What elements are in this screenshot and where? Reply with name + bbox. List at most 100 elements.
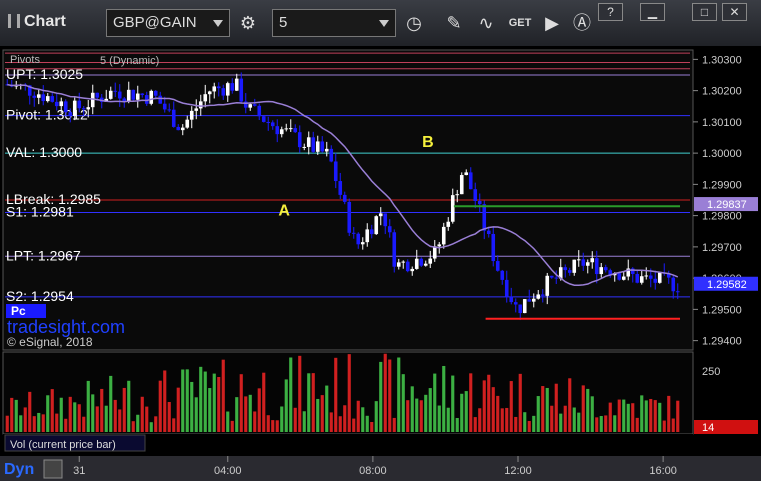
- symbol-input[interactable]: GBP@GAIN: [106, 9, 230, 37]
- study-label: Pivots: [10, 54, 40, 66]
- volume-bar: [316, 398, 320, 432]
- candle-body: [464, 172, 469, 176]
- x-tick-label: 31: [73, 465, 85, 477]
- volume-bar: [442, 365, 446, 432]
- volume-bar: [559, 413, 563, 432]
- volume-tick-label: 250: [702, 366, 720, 378]
- candle-body: [522, 299, 527, 314]
- candle-body: [194, 108, 199, 111]
- candle-body: [635, 273, 640, 283]
- candle-body: [293, 128, 298, 133]
- candle-body: [491, 233, 496, 262]
- minimize-button[interactable]: ▁: [640, 3, 665, 21]
- alert-icon[interactable]: Ⓐ: [568, 9, 596, 37]
- volume-bar: [118, 409, 122, 432]
- candle-body: [585, 262, 590, 266]
- volume-bar: [595, 417, 599, 432]
- candle-body: [383, 213, 388, 227]
- candle-body: [482, 204, 487, 231]
- volume-bar: [532, 415, 536, 432]
- level-label: S1: 1.2981: [6, 204, 74, 220]
- y-tick-label: 1.30200: [702, 86, 742, 98]
- volume-bar: [626, 403, 630, 432]
- study-icon[interactable]: ∿: [472, 9, 500, 37]
- volume-bar: [262, 372, 266, 432]
- volume-bar: [95, 406, 99, 432]
- candle-body: [158, 95, 163, 104]
- volume-bar: [334, 357, 338, 432]
- candle-body: [297, 132, 302, 148]
- clock-icon[interactable]: ◷: [400, 9, 428, 37]
- help-button[interactable]: ?: [598, 3, 623, 21]
- volume-bar: [671, 418, 675, 432]
- interval-input[interactable]: 5: [272, 9, 396, 37]
- candle-body: [135, 93, 140, 100]
- candle-body: [203, 94, 208, 102]
- volume-bar: [383, 353, 387, 432]
- copyright: © eSignal, 2018: [7, 335, 93, 349]
- price-chart[interactable]: UPT: 1.3025Pivot: 1.3012VAL: 1.3000LBrea…: [0, 46, 761, 481]
- volume-bar: [271, 420, 275, 432]
- volume-bar: [446, 407, 450, 432]
- candle-body: [167, 109, 172, 111]
- volume-bar: [253, 411, 257, 432]
- volume-bar: [149, 422, 153, 432]
- volume-bar: [617, 399, 621, 432]
- gear-icon[interactable]: ⚙: [234, 9, 262, 37]
- volume-bar: [239, 374, 243, 432]
- candle-body: [653, 278, 658, 283]
- volume-bar: [379, 361, 383, 432]
- candle-body: [477, 200, 482, 205]
- maximize-button[interactable]: □: [692, 3, 717, 21]
- volume-bar: [599, 416, 603, 432]
- volume-bar: [230, 420, 234, 432]
- play-icon[interactable]: ▶: [538, 9, 566, 37]
- volume-bar: [113, 399, 117, 432]
- volume-bar: [307, 373, 311, 432]
- candle-body: [113, 90, 118, 92]
- volume-bar: [518, 373, 522, 432]
- volume-bar: [451, 375, 455, 432]
- window-title-text: Chart: [24, 13, 66, 30]
- volume-bar: [311, 373, 315, 432]
- volume-bar: [365, 415, 369, 432]
- volume-bar: [37, 412, 41, 432]
- candle-body: [41, 94, 46, 102]
- pencil-icon[interactable]: ✎: [440, 9, 468, 37]
- candle-body: [603, 267, 608, 271]
- level-label: UPT: 1.3025: [6, 66, 83, 82]
- y-tick-label: 1.30000: [702, 148, 742, 160]
- title-bar: Chart GBP@GAIN ⚙ 5 ◷ ✎ ∿ GET ▶ Ⓐ ? ▁ □ ✕: [0, 0, 761, 47]
- candle-body: [162, 103, 167, 110]
- candle-body: [36, 94, 41, 98]
- volume-bar: [131, 421, 135, 432]
- candle-body: [554, 277, 559, 279]
- candle-body: [212, 86, 217, 92]
- candle-body: [446, 221, 451, 227]
- volume-bar: [185, 369, 189, 432]
- candle-body: [414, 258, 419, 269]
- candle-body: [563, 267, 568, 271]
- volume-bar: [563, 405, 567, 432]
- volume-bar: [167, 402, 171, 432]
- volume-bar: [676, 400, 680, 432]
- volume-bar: [235, 397, 239, 432]
- candle-body: [59, 101, 64, 107]
- candle-body: [239, 78, 244, 102]
- volume-bar: [640, 395, 644, 432]
- candle-body: [122, 98, 127, 102]
- volume-bar: [325, 385, 329, 432]
- candle-body: [95, 92, 100, 98]
- volume-bar: [608, 402, 612, 432]
- volume-bar: [289, 357, 293, 432]
- candle-body: [351, 232, 356, 234]
- gear-icon[interactable]: [43, 459, 63, 479]
- get-button[interactable]: GET: [506, 9, 534, 37]
- candle-body: [594, 258, 599, 275]
- vol-label: Vol (current price bar): [10, 439, 116, 451]
- volume-bar: [329, 412, 333, 432]
- close-button[interactable]: ✕: [722, 3, 747, 21]
- dyn-label[interactable]: Dyn: [4, 461, 34, 478]
- volume-bar: [410, 386, 414, 432]
- volume-bar: [473, 417, 477, 432]
